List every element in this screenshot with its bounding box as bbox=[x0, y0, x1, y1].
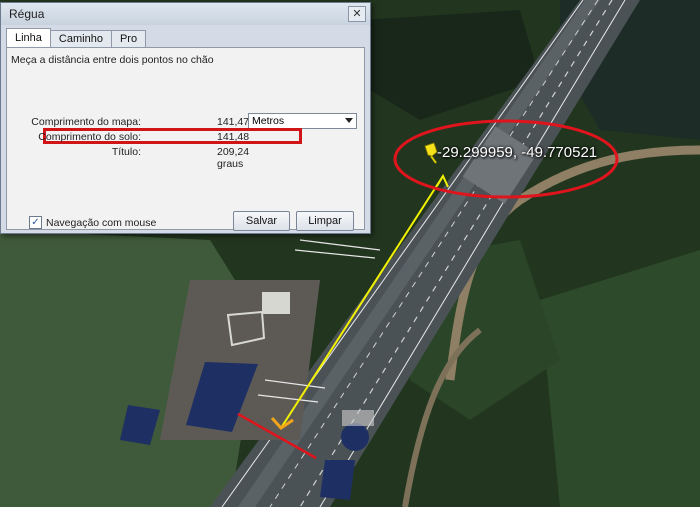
heading-label: Título: bbox=[111, 146, 141, 158]
ruler-description: Meça a distância entre dois pontos no ch… bbox=[11, 54, 214, 66]
satellite-map-view[interactable]: -29.299959, -49.770521 Régua ✕ Linha Cam… bbox=[0, 0, 700, 507]
tab-panel-linha: Meça a distância entre dois pontos no ch… bbox=[6, 47, 365, 230]
chevron-down-icon bbox=[345, 118, 353, 123]
coordinates-label: -29.299959, -49.770521 bbox=[437, 144, 598, 161]
map-length-value: 141,47 bbox=[217, 116, 250, 128]
save-button[interactable]: Salvar bbox=[233, 211, 290, 231]
unit-select[interactable]: Metros bbox=[248, 113, 357, 129]
heading-value: 209,24 graus bbox=[217, 146, 250, 170]
dialog-titlebar[interactable]: Régua ✕ bbox=[1, 3, 370, 25]
dialog-tabs: Linha Caminho Pro bbox=[6, 28, 147, 47]
map-length-label: Comprimento do mapa: bbox=[31, 116, 141, 128]
tab-pro[interactable]: Pro bbox=[110, 30, 147, 47]
ruler-dialog: Régua ✕ Linha Caminho Pro Meça a distânc… bbox=[0, 2, 371, 234]
tab-linha[interactable]: Linha bbox=[6, 28, 51, 47]
close-icon[interactable]: ✕ bbox=[348, 6, 366, 22]
ground-length-label: Comprimento do solo: bbox=[38, 131, 141, 143]
dialog-title: Régua bbox=[9, 7, 45, 21]
ground-length-value: 141,48 bbox=[217, 131, 250, 143]
mouse-navigation-option[interactable]: ✓ Navegação com mouse bbox=[29, 216, 156, 229]
tank-structure bbox=[341, 423, 369, 451]
clear-button[interactable]: Limpar bbox=[296, 211, 354, 231]
unit-select-value: Metros bbox=[252, 115, 285, 127]
mouse-navigation-checkbox[interactable]: ✓ bbox=[29, 216, 42, 229]
mouse-navigation-label: Navegação com mouse bbox=[46, 216, 157, 229]
tab-caminho[interactable]: Caminho bbox=[49, 30, 112, 47]
lot-marking bbox=[262, 292, 290, 314]
